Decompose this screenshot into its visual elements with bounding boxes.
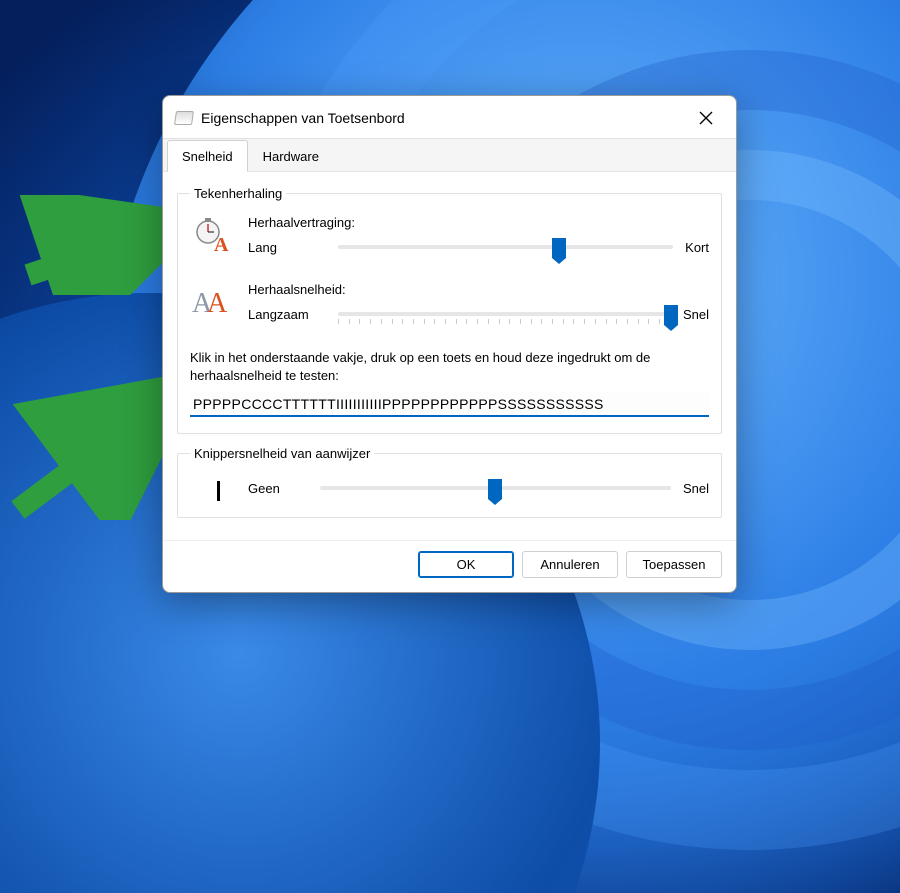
- apply-button[interactable]: Toepassen: [626, 551, 722, 578]
- button-label: OK: [457, 557, 476, 572]
- row-test: Klik in het onderstaande vakje, druk op …: [190, 349, 709, 417]
- dialog-button-bar: OK Annuleren Toepassen: [163, 540, 736, 592]
- tab-hardware[interactable]: Hardware: [248, 140, 334, 172]
- blink-max: Snel: [683, 481, 709, 496]
- blink-min: Geen: [248, 481, 308, 496]
- tab-panel-speed: Tekenherhaling A Herhaalvertraging: Lan: [163, 171, 736, 540]
- row-repeat-delay: A Herhaalvertraging: Lang Kort: [190, 215, 709, 258]
- window-title: Eigenschappen van Toetsenbord: [201, 110, 678, 126]
- group-character-repeat: Tekenherhaling A Herhaalvertraging: Lan: [177, 186, 722, 434]
- close-button[interactable]: [686, 104, 726, 132]
- button-label: Annuleren: [540, 557, 599, 572]
- svg-text:A: A: [207, 288, 228, 319]
- tab-speed[interactable]: Snelheid: [167, 140, 248, 172]
- close-icon: [699, 111, 713, 125]
- tab-label: Hardware: [263, 149, 319, 164]
- repeat-rate-min: Langzaam: [248, 307, 326, 322]
- test-instructions: Klik in het onderstaande vakje, druk op …: [190, 349, 709, 384]
- keyboard-icon: [174, 111, 194, 125]
- svg-text:A: A: [214, 234, 229, 253]
- titlebar: Eigenschappen van Toetsenbord: [163, 96, 736, 138]
- keyboard-properties-dialog: Eigenschappen van Toetsenbord Snelheid H…: [162, 95, 737, 593]
- double-a-icon: A A: [192, 284, 232, 320]
- tabstrip: Snelheid Hardware: [163, 138, 736, 171]
- cursor-blink-preview: [217, 481, 220, 501]
- repeat-delay-min: Lang: [248, 240, 326, 255]
- row-repeat-rate: A A Herhaalsnelheid: Langzaam Snel: [190, 282, 709, 325]
- repeat-delay-label: Herhaalvertraging:: [248, 215, 709, 230]
- button-label: Toepassen: [643, 557, 706, 572]
- repeat-delay-max: Kort: [685, 240, 709, 255]
- repeat-test-input[interactable]: [190, 392, 709, 417]
- repeat-delay-slider[interactable]: [338, 236, 673, 258]
- ok-button[interactable]: OK: [418, 551, 514, 578]
- group-legend: Knippersnelheid van aanwijzer: [190, 446, 374, 461]
- stopwatch-a-icon: A: [192, 217, 232, 253]
- group-cursor-blink: Knippersnelheid van aanwijzer Geen Snel: [177, 446, 722, 518]
- cursor-blink-slider[interactable]: [320, 477, 671, 499]
- tab-label: Snelheid: [182, 149, 233, 164]
- repeat-rate-max: Snel: [683, 307, 709, 322]
- repeat-rate-label: Herhaalsnelheid:: [248, 282, 709, 297]
- cancel-button[interactable]: Annuleren: [522, 551, 618, 578]
- group-legend: Tekenherhaling: [190, 186, 286, 201]
- repeat-rate-slider[interactable]: [338, 303, 671, 325]
